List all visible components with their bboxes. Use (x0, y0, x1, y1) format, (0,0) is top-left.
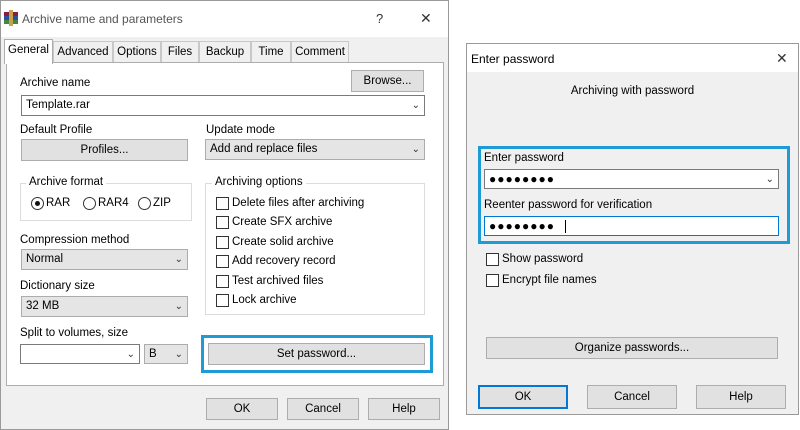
checkbox-lock-archive[interactable] (216, 294, 229, 307)
archive-parameters-dialog: Archive name and parameters ? ✕ General … (0, 0, 449, 430)
text-caret (565, 220, 566, 233)
cancel-button[interactable]: Cancel (587, 385, 677, 409)
archive-format-label: Archive format (26, 176, 107, 188)
checkbox-recovery-record[interactable] (216, 255, 229, 268)
browse-button[interactable]: Browse... (351, 70, 424, 92)
organize-passwords-button[interactable]: Organize passwords... (486, 337, 778, 359)
radio-zip[interactable] (138, 197, 151, 210)
split-unit-value: B (149, 348, 157, 360)
dialog-title: Enter password (471, 52, 555, 66)
checkbox-label: Lock archive (232, 294, 297, 306)
checkbox-delete-files[interactable] (216, 197, 229, 210)
split-size-input[interactable]: ⌄ (20, 344, 140, 364)
split-volumes-label: Split to volumes, size (20, 327, 129, 339)
enter-password-label: Enter password (484, 152, 564, 164)
tab-files[interactable]: Files (161, 41, 199, 63)
chevron-down-icon: ⌄ (174, 254, 183, 265)
update-mode-label: Update mode (206, 124, 276, 136)
checkbox-create-sfx[interactable] (216, 216, 229, 229)
ok-button[interactable]: OK (478, 385, 568, 409)
archiving-options-label: Archiving options (212, 176, 306, 188)
split-unit-select[interactable]: B ⌄ (144, 344, 188, 364)
checkbox-label: Create SFX archive (232, 216, 333, 228)
compression-method-value: Normal (26, 253, 64, 265)
radio-rar[interactable] (31, 197, 44, 210)
radio-rar-label: RAR (46, 197, 71, 209)
set-password-button[interactable]: Set password... (208, 343, 425, 365)
show-password-checkbox[interactable] (486, 253, 499, 266)
reenter-password-value: ●●●●●●●● (489, 219, 555, 233)
winrar-books-icon (4, 10, 18, 26)
chevron-down-icon: ⌄ (765, 174, 774, 185)
help-button[interactable]: Help (696, 385, 786, 409)
tab-general[interactable]: General (4, 39, 53, 64)
tab-backup[interactable]: Backup (199, 41, 251, 63)
chevron-down-icon: ⌄ (126, 349, 135, 360)
dictionary-size-label: Dictionary size (20, 280, 95, 292)
radio-rar4-label: RAR4 (98, 197, 129, 209)
update-mode-value: Add and replace files (210, 143, 318, 155)
help-button[interactable]: Help (368, 398, 440, 420)
dictionary-size-value: 32 MB (26, 300, 60, 312)
checkbox-solid-archive[interactable] (216, 236, 229, 249)
update-mode-select[interactable]: Add and replace files ⌄ (205, 139, 425, 160)
encrypt-file-names-label: Encrypt file names (502, 274, 597, 286)
enter-password-value: ●●●●●●●● (489, 172, 555, 186)
cancel-button[interactable]: Cancel (287, 398, 359, 420)
compression-method-label: Compression method (20, 234, 130, 246)
dialog-title: Archive name and parameters (22, 12, 183, 26)
archive-name-value: Template.rar (26, 99, 90, 111)
default-profile-label: Default Profile (20, 124, 93, 136)
checkbox-label: Delete files after archiving (232, 197, 365, 209)
enter-password-input[interactable]: ●●●●●●●● ⌄ (484, 169, 779, 189)
tab-advanced[interactable]: Advanced (53, 41, 113, 63)
dictionary-size-select[interactable]: 32 MB ⌄ (21, 296, 188, 317)
profiles-button[interactable]: Profiles... (21, 139, 188, 161)
archive-name-label: Archive name (20, 77, 91, 89)
chevron-down-icon: ⌄ (411, 100, 420, 111)
close-icon[interactable]: ✕ (420, 10, 432, 27)
tab-comment[interactable]: Comment (291, 41, 349, 63)
show-password-label: Show password (502, 253, 584, 265)
title-bar: Archive name and parameters ? ✕ (1, 1, 448, 37)
chevron-down-icon: ⌄ (174, 349, 183, 360)
checkbox-label: Add recovery record (232, 255, 336, 267)
tab-options[interactable]: Options (113, 41, 161, 63)
chevron-down-icon: ⌄ (174, 301, 183, 312)
chevron-down-icon: ⌄ (411, 144, 420, 155)
compression-method-select[interactable]: Normal ⌄ (21, 249, 188, 270)
radio-zip-label: ZIP (153, 197, 171, 209)
archiving-with-password-text: Archiving with password (570, 85, 695, 97)
encrypt-file-names-checkbox[interactable] (486, 274, 499, 287)
checkbox-label: Test archived files (232, 275, 324, 287)
close-icon[interactable]: ✕ (776, 50, 788, 67)
tab-time[interactable]: Time (251, 41, 291, 63)
help-title-button[interactable]: ? (376, 11, 383, 26)
radio-rar4[interactable] (83, 197, 96, 210)
enter-password-dialog: Enter password ✕ Archiving with password… (466, 43, 799, 415)
checkbox-test-files[interactable] (216, 275, 229, 288)
reenter-password-label: Reenter password for verification (484, 199, 653, 211)
ok-button[interactable]: OK (206, 398, 278, 420)
title-bar: Enter password ✕ (467, 44, 798, 72)
archive-name-combo[interactable]: Template.rar ⌄ (21, 95, 425, 116)
checkbox-label: Create solid archive (232, 236, 334, 248)
reenter-password-input[interactable]: ●●●●●●●● (484, 216, 779, 236)
